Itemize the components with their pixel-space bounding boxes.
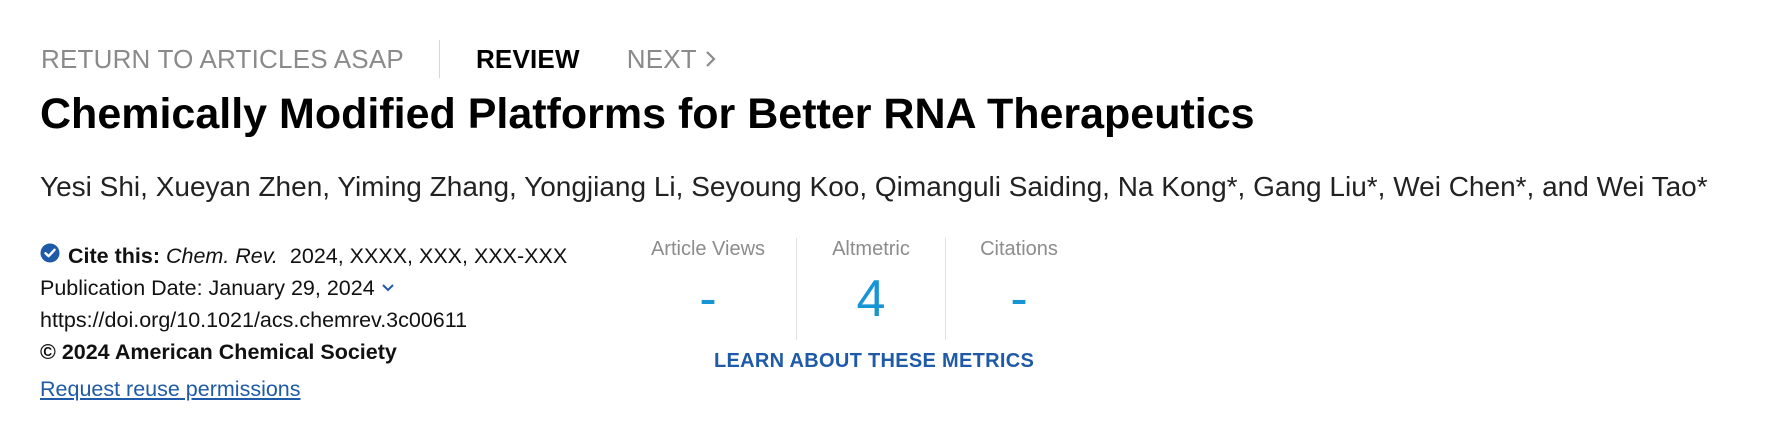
metric-value: -: [699, 270, 717, 328]
metric-altmetric[interactable]: Altmetric 4: [797, 238, 945, 340]
metric-article-views: Article Views -: [620, 238, 796, 340]
learn-about-metrics-link[interactable]: LEARN ABOUT THESE METRICS: [714, 350, 1034, 373]
copyright-notice: © 2024 American Chemical Society: [40, 340, 397, 364]
article-navigation: RETURN TO ARTICLES ASAP REVIEW NEXT: [41, 38, 716, 80]
journal-name: Chem. Rev.: [165, 244, 278, 268]
citation-info: Cite this: Chem. Rev. 2024, XXXX, XXX, X…: [40, 240, 567, 405]
metric-label: Article Views: [650, 238, 766, 260]
chevron-right-icon: [706, 51, 716, 67]
metric-value: -: [1010, 270, 1028, 328]
doi-link[interactable]: https://doi.org/10.1021/acs.chemrev.3c00…: [40, 304, 567, 336]
author-list: Yesi Shi, Xueyan Zhen, Yiming Zhang, Yon…: [40, 171, 1708, 202]
next-label: NEXT: [626, 43, 697, 74]
return-to-articles-link[interactable]: RETURN TO ARTICLES ASAP: [41, 44, 404, 75]
next-article-link[interactable]: NEXT: [627, 44, 716, 75]
publication-date-toggle[interactable]: Publication Date: January 29, 2024: [40, 272, 567, 304]
article-metrics: Article Views - Altmetric 4 Citations -: [620, 238, 1092, 340]
publication-date: Publication Date: January 29, 2024: [40, 276, 375, 300]
citation-details: 2024, XXXX, XXX, XXX-XXX: [289, 244, 568, 268]
article-title: Chemically Modified Platforms for Better…: [40, 90, 1255, 138]
metric-label: Citations: [980, 238, 1058, 260]
metric-value: 4: [856, 270, 886, 328]
metric-label: Altmetric: [832, 238, 910, 260]
check-circle-icon: [40, 240, 60, 272]
article-type-label: REVIEW: [475, 43, 580, 74]
nav-divider: [438, 40, 440, 78]
chevron-down-icon: [381, 284, 394, 292]
metric-citations: Citations -: [946, 238, 1092, 340]
cite-this-line: Cite this: Chem. Rev. 2024, XXXX, XXX, X…: [40, 240, 567, 272]
cite-this-label[interactable]: Cite this:: [68, 240, 160, 272]
request-reuse-permissions-link[interactable]: Request reuse permissions: [40, 373, 567, 405]
